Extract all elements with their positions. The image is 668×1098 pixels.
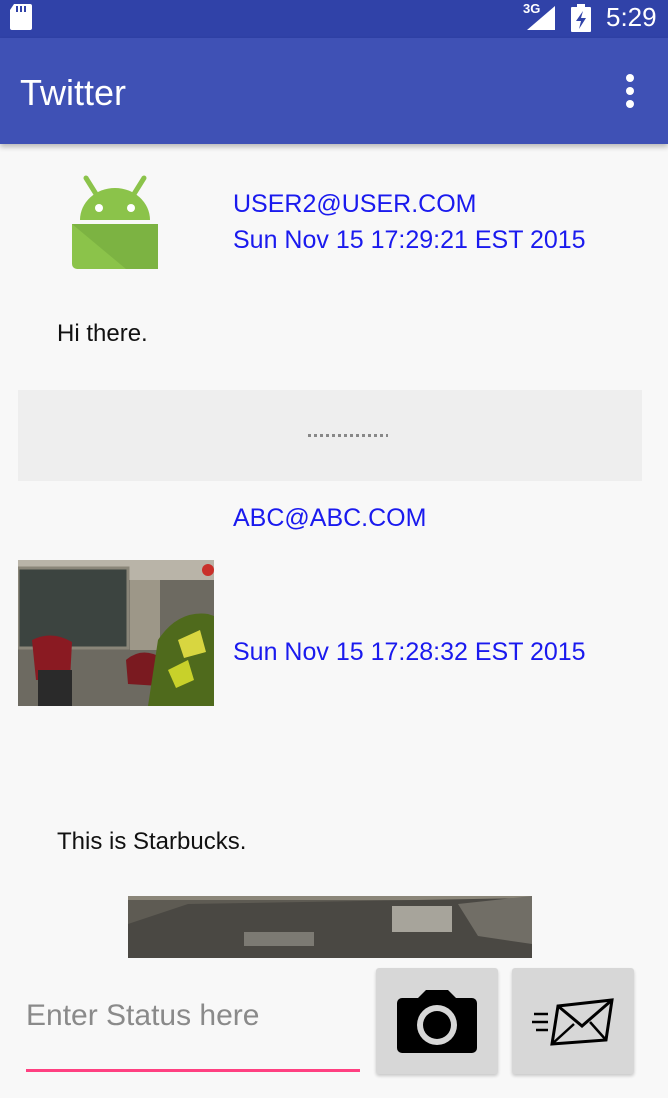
classroom-photo [18,560,214,706]
status-input[interactable] [26,994,360,1038]
app-bar: Twitter [0,38,668,144]
app-title: Twitter [20,72,127,113]
status-bar: 3G 5:29 [0,0,668,38]
clock: 5:29 [606,2,657,32]
sd-card-icon [10,4,32,30]
post-text: This is Starbucks. [57,828,247,855]
send-mail-icon [532,998,614,1046]
input-underline [26,1069,360,1072]
signal-icon [527,6,555,30]
compose-bar [0,958,668,1098]
camera-icon [397,990,477,1053]
android-icon [72,175,158,269]
battery-icon [571,4,591,32]
camera-button[interactable] [376,968,498,1074]
overflow-menu-icon[interactable] [620,74,640,110]
send-button[interactable] [512,968,634,1074]
post-text: Hi there. [57,320,148,347]
post-date: Sun Nov 15 17:28:32 EST 2015 [233,638,586,666]
post-image-placeholder [18,390,642,481]
post-date: Sun Nov 15 17:29:21 EST 2015 [233,226,586,254]
feed-list[interactable]: USER2@USER.COM Sun Nov 15 17:29:21 EST 2… [0,144,668,958]
post-user: USER2@USER.COM [233,190,477,218]
post-user: ABC@ABC.COM [233,504,427,532]
post-photo [128,896,532,958]
